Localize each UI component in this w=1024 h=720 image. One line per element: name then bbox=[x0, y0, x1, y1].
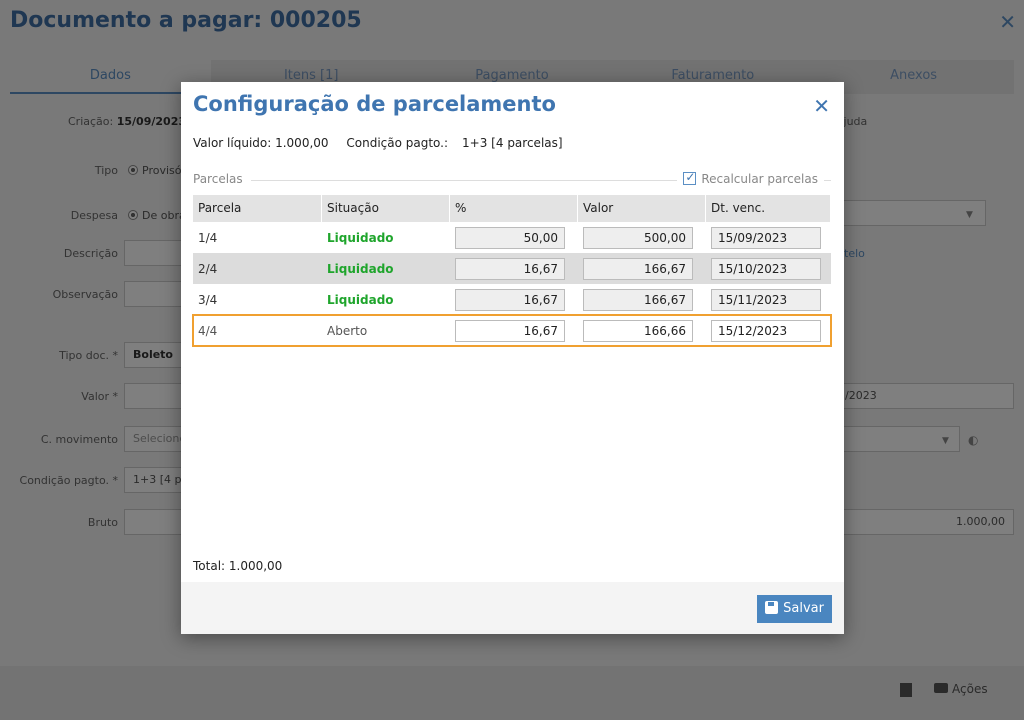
valor-field[interactable]: 166,67 bbox=[583, 288, 693, 311]
table-row[interactable]: 1/4 Liquidado 50,00 500,00 15/09/2023 bbox=[193, 222, 831, 253]
percent-field[interactable]: 16,67 bbox=[455, 288, 565, 311]
modal-footer: Salvar bbox=[181, 582, 844, 634]
parcela-cell: 3/4 bbox=[198, 292, 218, 307]
situacao-cell: Aberto bbox=[327, 323, 368, 338]
save-label: Salvar bbox=[783, 601, 824, 616]
modal-title: Configuração de parcelamento bbox=[193, 92, 556, 116]
valor-field[interactable]: 166,66 bbox=[583, 319, 693, 342]
table-row[interactable]: 3/4 Liquidado 16,67 166,67 15/11/2023 bbox=[193, 284, 831, 315]
recalcular-checkbox[interactable]: Recalcular parcelas bbox=[677, 170, 824, 186]
close-icon[interactable]: ✕ bbox=[813, 94, 830, 118]
percent-field[interactable]: 50,00 bbox=[455, 226, 565, 249]
situacao-cell: Liquidado bbox=[327, 261, 394, 276]
percent-field[interactable]: 16,67 bbox=[455, 257, 565, 280]
column-header[interactable]: Valor bbox=[578, 195, 706, 222]
parcela-cell: 4/4 bbox=[198, 323, 218, 338]
checkbox-checked-icon bbox=[683, 170, 697, 185]
vencimento-field[interactable]: 15/10/2023 bbox=[711, 257, 821, 280]
condicao-value: 1+3 [4 parcelas] bbox=[462, 136, 563, 150]
column-header[interactable]: % bbox=[450, 195, 578, 222]
table-row-selected[interactable]: 4/4 Aberto 16,67 166,66 15/12/2023 bbox=[192, 314, 832, 347]
table-row[interactable]: 2/4 Liquidado 16,67 166,67 15/10/2023 bbox=[193, 253, 831, 284]
total-label: Total: 1.000,00 bbox=[193, 559, 283, 573]
column-header[interactable]: Dt. venc. bbox=[706, 195, 831, 222]
floppy-disk-icon bbox=[765, 601, 779, 614]
percent-field[interactable]: 16,67 bbox=[455, 319, 565, 342]
parcelas-legend: Parcelas bbox=[193, 172, 251, 186]
recalcular-label: Recalcular parcelas bbox=[701, 172, 818, 186]
situacao-cell: Liquidado bbox=[327, 292, 394, 307]
valor-liquido: Valor líquido: 1.000,00 bbox=[193, 136, 329, 150]
installments-table: Parcela Situação % Valor Dt. venc. 1/4 L… bbox=[192, 195, 832, 347]
modal-info: Valor líquido: 1.000,00 Condição pagto.:… bbox=[193, 136, 577, 150]
valor-field[interactable]: 166,67 bbox=[583, 257, 693, 280]
table-header: Parcela Situação % Valor Dt. venc. bbox=[193, 195, 831, 222]
situacao-cell: Liquidado bbox=[327, 230, 394, 245]
parcela-cell: 1/4 bbox=[198, 230, 218, 245]
installment-modal: Configuração de parcelamento ✕ Valor líq… bbox=[181, 82, 844, 634]
condicao-label: Condição pagto.: bbox=[346, 136, 449, 150]
vencimento-field[interactable]: 15/09/2023 bbox=[711, 226, 821, 249]
save-button[interactable]: Salvar bbox=[757, 595, 832, 623]
vencimento-field[interactable]: 15/12/2023 bbox=[711, 319, 821, 342]
valor-field[interactable]: 500,00 bbox=[583, 226, 693, 249]
column-header[interactable]: Situação bbox=[322, 195, 450, 222]
vencimento-field[interactable]: 15/11/2023 bbox=[711, 288, 821, 311]
column-header[interactable]: Parcela bbox=[193, 195, 322, 222]
parcela-cell: 2/4 bbox=[198, 261, 218, 276]
